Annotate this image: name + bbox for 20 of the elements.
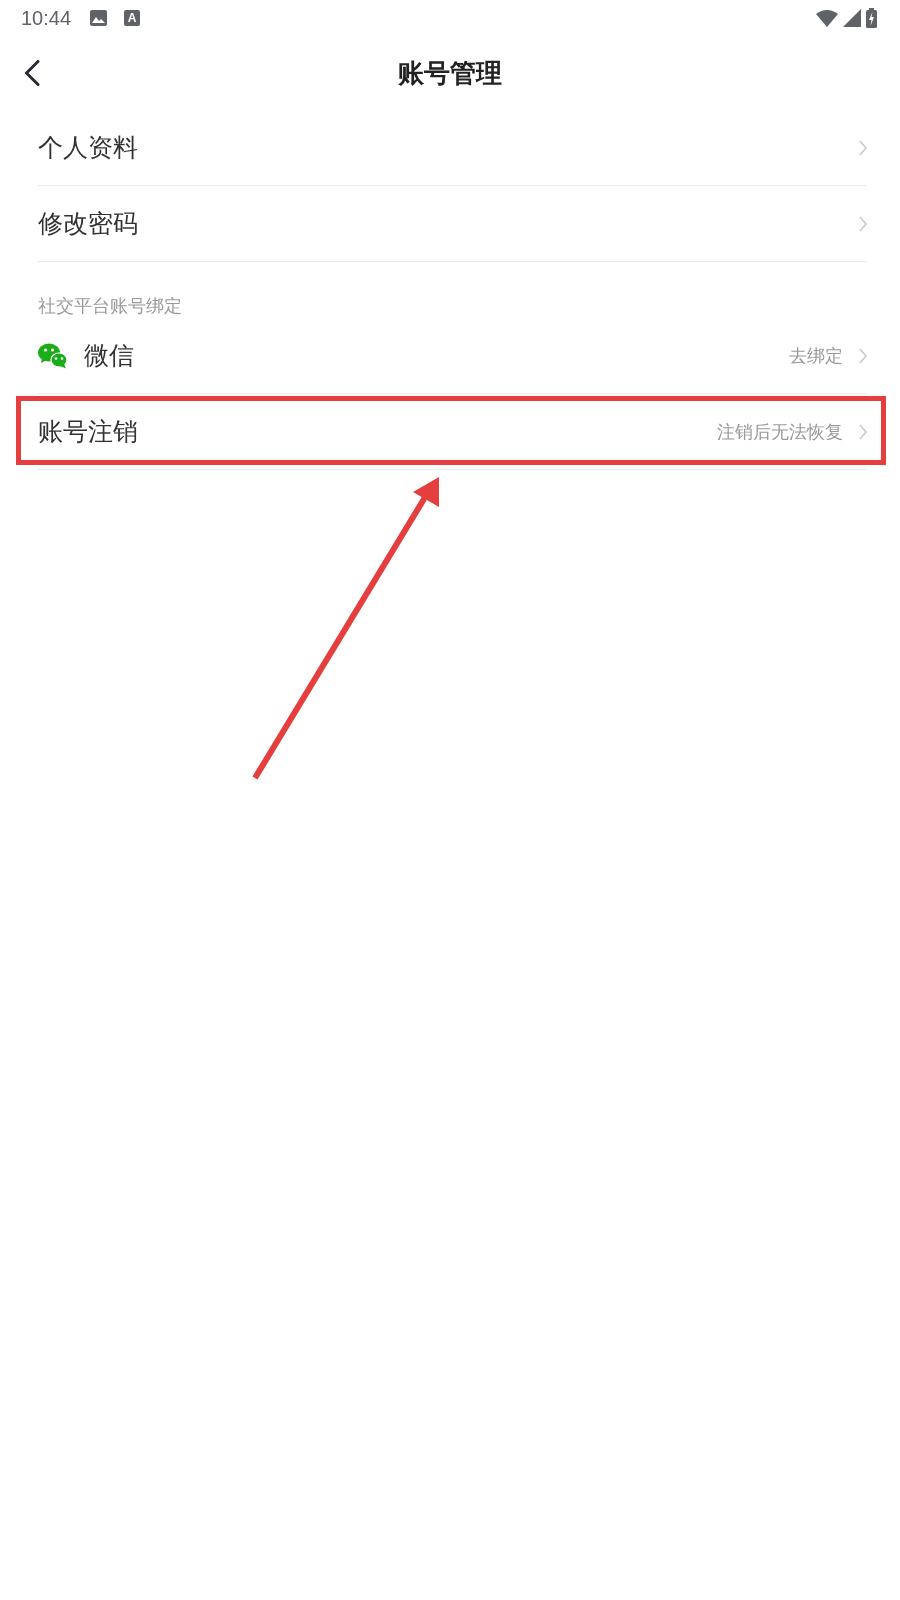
battery-charging-icon [866,8,877,28]
chevron-right-icon [859,139,867,156]
chevron-right-icon [859,423,867,440]
chat-bubbles-icon [38,342,68,369]
menu-item-label[interactable]: 账号注销 [38,415,138,448]
item-hint: 注销后无法恢复 [717,419,843,444]
menu-item-label[interactable]: 个人资料 [38,131,138,164]
menu-item-label[interactable]: 修改密码 [38,207,138,240]
item-hint: 去绑定 [789,343,843,368]
chevron-right-icon [859,347,867,364]
chevron-right-icon [859,215,867,232]
app-notification-icon: A [124,10,141,26]
image-icon [90,10,108,26]
section-label: 社交平台账号绑定 [38,294,182,318]
page-title: 账号管理 [397,56,503,90]
status-time: 10:44 [21,6,72,30]
back-icon[interactable] [24,60,40,86]
wifi-icon [816,9,838,27]
menu-item-label[interactable]: 微信 [84,339,134,372]
signal-icon [843,9,861,27]
